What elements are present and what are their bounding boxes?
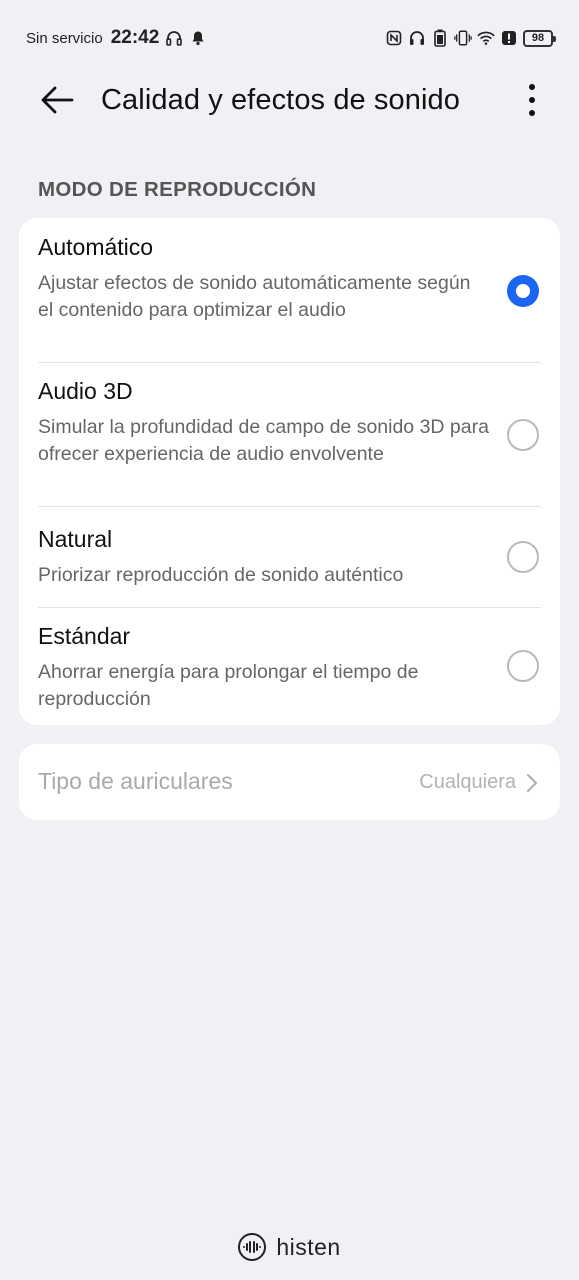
- chevron-right-icon: [524, 772, 540, 794]
- headphones-icon: [165, 29, 183, 47]
- app-header: Calidad y efectos de sonido: [0, 74, 579, 126]
- nfc-icon: [385, 29, 403, 47]
- mode-description: Priorizar reproducción de sonido auténti…: [38, 564, 404, 586]
- mode-title: Estándar: [38, 623, 131, 649]
- histen-logo-icon: [238, 1233, 267, 1261]
- radio-button[interactable]: [507, 541, 539, 573]
- headphones-type-row[interactable]: Tipo de auriculares Cualquiera: [19, 744, 560, 820]
- status-left: Sin servicio 22:42: [26, 26, 207, 50]
- mode-option-natural[interactable]: Natural Priorizar reproducción de sonido…: [19, 507, 560, 607]
- mode-title: Natural: [38, 526, 113, 552]
- histen-logo-text: histen: [276, 1233, 341, 1260]
- mode-title: Audio 3D: [38, 378, 133, 404]
- playback-mode-card: Automático Ajustar efectos de sonido aut…: [19, 218, 560, 725]
- wifi-icon: [477, 29, 495, 47]
- mode-option-audio-3d[interactable]: Audio 3D Simular la profundidad de campo…: [19, 363, 560, 506]
- status-right: 98: [385, 26, 556, 50]
- mode-option-automatico[interactable]: Automático Ajustar efectos de sonido aut…: [19, 218, 560, 362]
- bell-icon: [189, 29, 207, 47]
- headphones-type-label: Tipo de auriculares: [38, 768, 233, 794]
- vibrate-icon: [454, 29, 472, 47]
- radio-button[interactable]: [507, 650, 539, 682]
- histen-logo: histen: [0, 1230, 579, 1264]
- mode-option-estandar[interactable]: Estándar Ahorrar energía para prolongar …: [19, 608, 560, 725]
- section-label-playback-mode: MODO DE REPRODUCCIÓN: [38, 178, 317, 201]
- headphones-type-value: Cualquiera: [419, 771, 516, 793]
- alert-icon: [500, 29, 518, 47]
- arrow-left-icon: [41, 86, 74, 114]
- carrier-label: Sin servicio: [26, 29, 103, 47]
- battery-small-icon: [431, 29, 449, 47]
- mode-description: Ahorrar energía para prolongar el tiempo…: [38, 661, 419, 710]
- mode-description: Simular la profundidad de campo de sonid…: [38, 416, 489, 465]
- status-bar: Sin servicio 22:42 98: [0, 0, 579, 74]
- battery-icon: 98: [523, 29, 556, 47]
- more-options-button[interactable]: [518, 80, 546, 120]
- radio-button[interactable]: [507, 419, 539, 451]
- back-button[interactable]: [38, 82, 76, 118]
- clock: 22:42: [110, 27, 160, 48]
- more-vert-icon: [529, 84, 535, 116]
- headphones-battery-icon: [408, 29, 426, 47]
- mode-title: Automático: [38, 234, 154, 260]
- radio-button-selected[interactable]: [507, 275, 539, 307]
- page-title: Calidad y efectos de sonido: [101, 84, 460, 116]
- mode-description: Ajustar efectos de sonido automáticament…: [38, 272, 471, 321]
